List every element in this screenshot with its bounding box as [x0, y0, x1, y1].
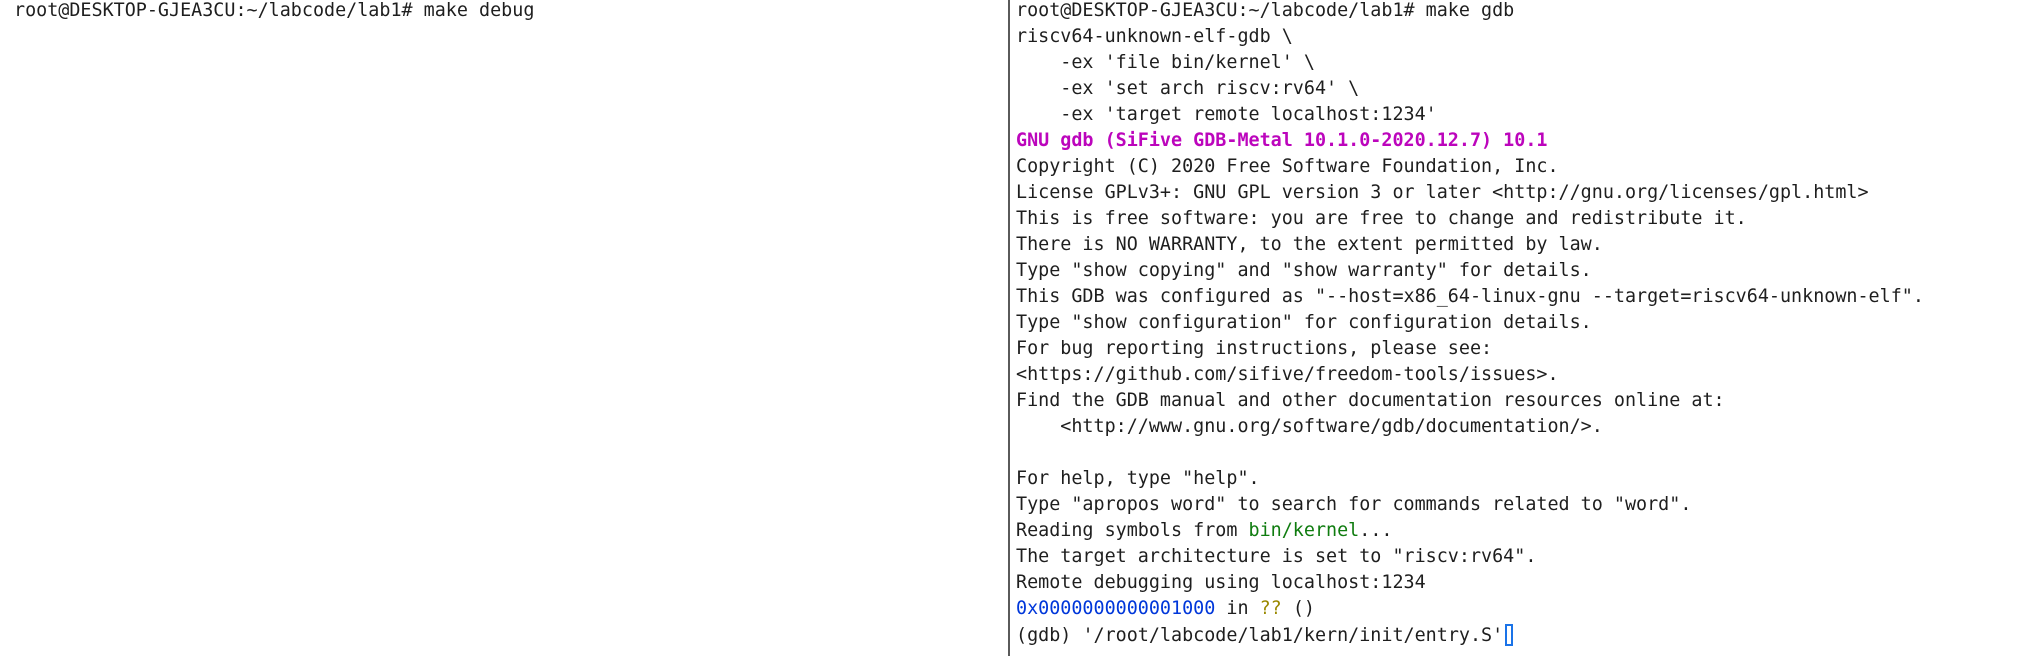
gdb-prompt: (gdb)	[1016, 625, 1083, 646]
gdb-command-line: -ex 'file bin/kernel' \	[1016, 52, 1315, 73]
right-terminal-prompt-line: root@DESKTOP-GJEA3CU:~/labcode/lab1# mak…	[1016, 0, 1515, 21]
gdb-info-line	[1016, 442, 2022, 468]
text-cursor	[1505, 624, 1514, 646]
reading-symbols-line: Reading symbols from bin/kernel...	[1016, 520, 2022, 546]
gdb-info-line: This is free software: you are free to c…	[1016, 208, 1747, 229]
gdb-info-line: Copyright (C) 2020 Free Software Foundat…	[1016, 156, 1559, 177]
kernel-filename: bin/kernel	[1248, 520, 1360, 541]
reading-symbols-prefix: Reading symbols from	[1016, 520, 1249, 541]
gdb-info-line: <https://github.com/sifive/freedom-tools…	[1016, 364, 1559, 385]
pc-address: 0x0000000000001000	[1016, 598, 1216, 619]
pc-location-line: 0x0000000000001000 in ?? ()	[1016, 598, 2022, 624]
gdb-command-line: -ex 'set arch riscv:rv64' \	[1016, 78, 1360, 99]
gdb-info-line: Type "apropos word" to search for comman…	[1016, 494, 1692, 515]
gdb-command-input[interactable]: '/root/labcode/lab1/kern/init/entry.S'	[1082, 625, 1503, 646]
gdb-info-line: Find the GDB manual and other documentat…	[1016, 390, 1725, 411]
gdb-info-line: For bug reporting instructions, please s…	[1016, 338, 1493, 359]
reading-symbols-suffix: ...	[1359, 520, 1393, 541]
gdb-version-banner: GNU gdb (SiFive GDB-Metal 10.1.0-2020.12…	[1016, 130, 1548, 151]
gdb-command-line: -ex 'target remote localhost:1234'	[1016, 104, 1437, 125]
gdb-info-line: <http://www.gnu.org/software/gdb/documen…	[1016, 416, 1603, 437]
gdb-input-line[interactable]: (gdb) '/root/labcode/lab1/kern/init/entr…	[1016, 624, 2022, 650]
gdb-info-line: For help, type "help".	[1016, 468, 1260, 489]
gdb-info-line: This GDB was configured as "--host=x86_6…	[1016, 286, 1924, 307]
target-arch-line: The target architecture is set to "riscv…	[1016, 546, 1537, 567]
pc-in-text: in	[1215, 598, 1260, 619]
gdb-info-line: Type "show configuration" for configurat…	[1016, 312, 1592, 333]
gdb-info-line: License GPLv3+: GNU GPL version 3 or lat…	[1016, 182, 1869, 203]
pc-function: ??	[1259, 598, 1282, 619]
gdb-info-line: There is NO WARRANTY, to the extent perm…	[1016, 234, 1603, 255]
pc-args: ()	[1281, 598, 1315, 619]
remote-debugging-line: Remote debugging using localhost:1234	[1016, 572, 1426, 593]
left-terminal-prompt-line: root@DESKTOP-GJEA3CU:~/labcode/lab1# mak…	[14, 0, 535, 21]
left-terminal-pane[interactable]: root@DESKTOP-GJEA3CU:~/labcode/lab1# mak…	[0, 0, 1008, 656]
gdb-command-line: riscv64-unknown-elf-gdb \	[1016, 26, 1293, 47]
gdb-info-line: Type "show copying" and "show warranty" …	[1016, 260, 1592, 281]
right-terminal-pane[interactable]: root@DESKTOP-GJEA3CU:~/labcode/lab1# mak…	[1010, 0, 2022, 656]
